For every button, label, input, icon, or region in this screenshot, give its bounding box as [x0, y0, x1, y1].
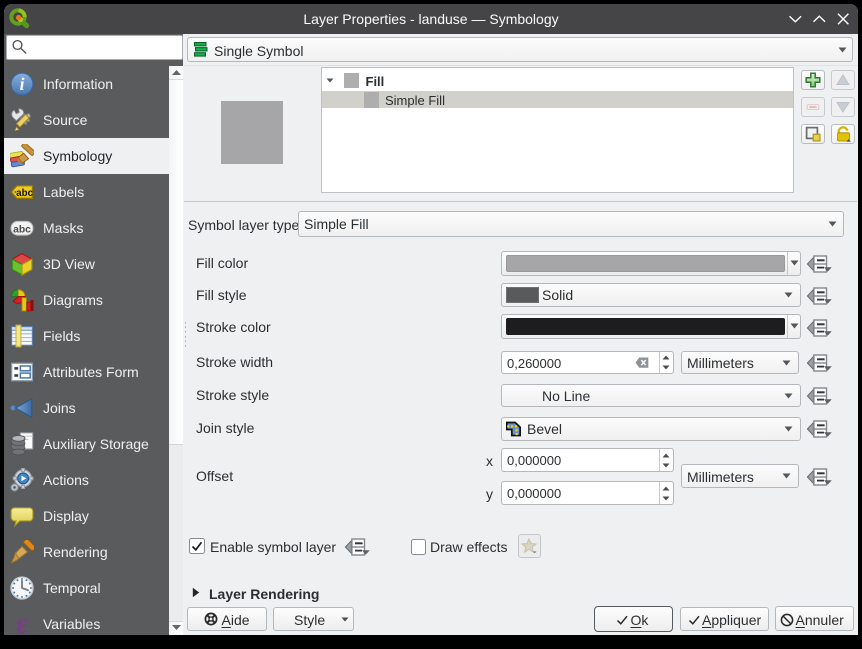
- svg-text:i: i: [20, 74, 25, 94]
- svg-text:abc: abc: [16, 188, 33, 199]
- svg-text:ε: ε: [16, 612, 28, 636]
- svg-text:abc: abc: [13, 224, 31, 235]
